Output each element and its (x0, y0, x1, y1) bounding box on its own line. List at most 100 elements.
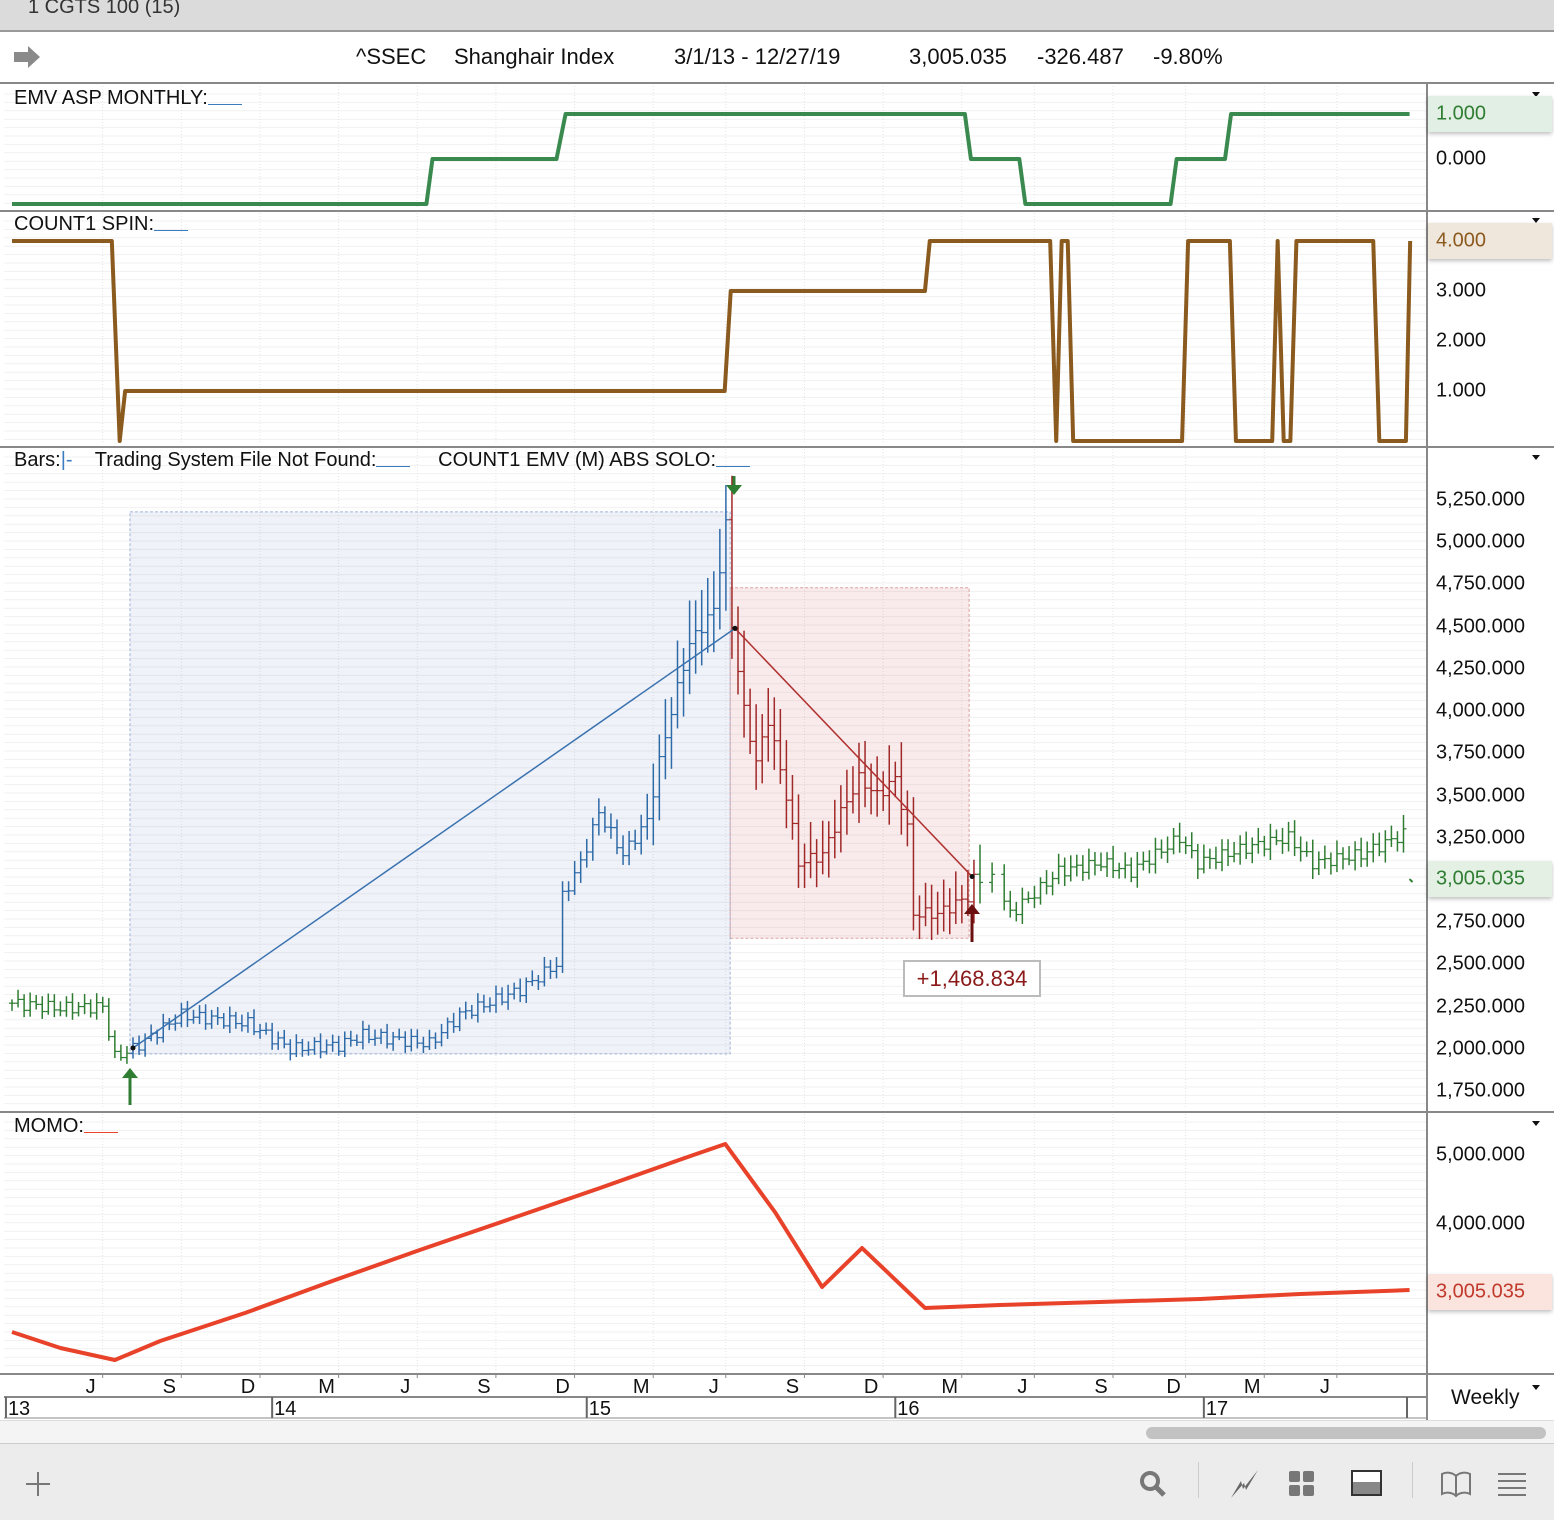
price-tick: 2,750.000 (1436, 910, 1525, 933)
month-label: S (477, 1376, 491, 1398)
trend-endpoint (969, 874, 975, 880)
add-icon[interactable] (18, 1464, 58, 1504)
emv-tick: 0.000 (1436, 147, 1487, 170)
price-bar (87, 999, 94, 1018)
price-tick: 5,000.000 (1436, 530, 1525, 553)
price-bar (1013, 901, 1020, 922)
momo-tick-current: 3,005.035 (1436, 1280, 1525, 1303)
count-label-text: COUNT1 SPIN: (14, 213, 155, 235)
price-tick: 3,750.000 (1436, 741, 1525, 764)
buy-arrow-icon-head (122, 1068, 138, 1078)
price-panel-label: Bars:|- Trading System File Not Found: C… (14, 449, 750, 472)
horizontal-scrollbar[interactable] (0, 1420, 1554, 1444)
period-select[interactable]: Weekly (1451, 1386, 1519, 1410)
count-tick: 1.000 (1436, 379, 1487, 402)
momo-menu-caret-icon[interactable] (1532, 1121, 1540, 1126)
price-bar (1309, 839, 1316, 880)
price-bar (1364, 841, 1371, 867)
menu-lines-icon[interactable] (1492, 1464, 1532, 1504)
month-label: J (400, 1376, 411, 1398)
price-bar (1176, 822, 1183, 853)
price-bar (1333, 840, 1340, 873)
price-bar (1327, 852, 1334, 875)
trend-endpoint (732, 625, 738, 631)
price-bar (117, 1044, 124, 1061)
month-label: M (941, 1376, 959, 1398)
price-bar (1085, 848, 1092, 880)
book-icon[interactable] (1436, 1464, 1476, 1504)
price-bar (57, 1001, 64, 1017)
count-tick: 4.000 (1436, 229, 1487, 252)
momo-tick: 4,000.000 (1436, 1212, 1525, 1235)
panel-layout-icon[interactable] (1347, 1464, 1387, 1504)
price-bar (1025, 891, 1032, 904)
momo-label-text: MOMO: (14, 1115, 84, 1137)
price-bar (1122, 852, 1129, 879)
price-bar (1140, 851, 1147, 871)
price-bar (1116, 862, 1123, 879)
count-tick: 3.000 (1436, 279, 1487, 302)
price-bar (1279, 827, 1286, 854)
emv-panel-label: EMV ASP MONTHLY: (14, 87, 242, 110)
price-bar (1073, 854, 1080, 877)
price-bar (1188, 832, 1195, 859)
panel-divider[interactable] (0, 1111, 1554, 1113)
price-bar (1255, 827, 1262, 854)
price-menu-caret-icon[interactable] (1532, 455, 1540, 460)
price-bar (1273, 829, 1280, 846)
value-axis-border (1426, 84, 1428, 1420)
emv-tick: 1.000 (1436, 102, 1487, 125)
period-caret-icon[interactable] (1532, 1385, 1540, 1390)
price-bar (1243, 831, 1250, 860)
price-bar (1267, 823, 1274, 861)
price-bar (1358, 837, 1365, 868)
panel-divider[interactable] (0, 446, 1554, 448)
price-bar (1007, 890, 1014, 918)
month-label: S (785, 1376, 800, 1398)
price-bar (33, 995, 40, 1010)
price-bar (1031, 885, 1038, 909)
price-bar (1340, 847, 1346, 870)
price-bar (989, 862, 996, 893)
search-icon[interactable] (1133, 1464, 1173, 1504)
price-bar (21, 994, 28, 1018)
price-bar (1170, 828, 1177, 855)
year-label: 17 (1205, 1398, 1229, 1420)
price-bar (1297, 836, 1304, 862)
price-bar (1219, 839, 1225, 872)
trading-system-label: Trading System File Not Found: (94, 449, 377, 471)
price-bar (1061, 857, 1068, 887)
price-bar (1091, 852, 1098, 876)
price-tick: 3,005.035 (1436, 867, 1525, 890)
month-label: M (318, 1376, 335, 1398)
panel-divider[interactable] (0, 210, 1554, 212)
price-bar (63, 996, 70, 1017)
price-bar (1321, 845, 1328, 869)
chart-canvas[interactable] (0, 0, 1554, 1420)
scrollbar-thumb[interactable] (1146, 1427, 1546, 1439)
chart-style-icon[interactable] (1224, 1464, 1264, 1504)
price-bar (1346, 846, 1353, 866)
price-bar (15, 989, 22, 1008)
solo-label: COUNT1 EMV (M) ABS SOLO: (438, 449, 716, 471)
price-bar (1037, 877, 1044, 905)
year-label: 15 (588, 1398, 611, 1420)
count-panel-label: COUNT1 SPIN: (14, 213, 189, 236)
price-bar (1400, 814, 1407, 853)
month-label: J (708, 1376, 719, 1398)
momo-tick: 5,000.000 (1436, 1143, 1525, 1166)
bars-label: Bars: (14, 449, 61, 471)
price-bar (1291, 820, 1298, 857)
price-bar (1001, 864, 1008, 911)
year-label: 13 (7, 1398, 31, 1420)
last-bar (1408, 878, 1414, 883)
month-label: D (1166, 1376, 1181, 1398)
price-bar (123, 1046, 130, 1064)
month-label: D (863, 1376, 879, 1398)
month-label: J (1017, 1376, 1028, 1398)
price-bar (27, 992, 34, 1017)
grid-layout-icon[interactable] (1282, 1464, 1322, 1504)
price-bar (1315, 851, 1322, 876)
month-label: M (632, 1376, 650, 1398)
trade-profit-label: +1,468.834 (903, 960, 1041, 997)
